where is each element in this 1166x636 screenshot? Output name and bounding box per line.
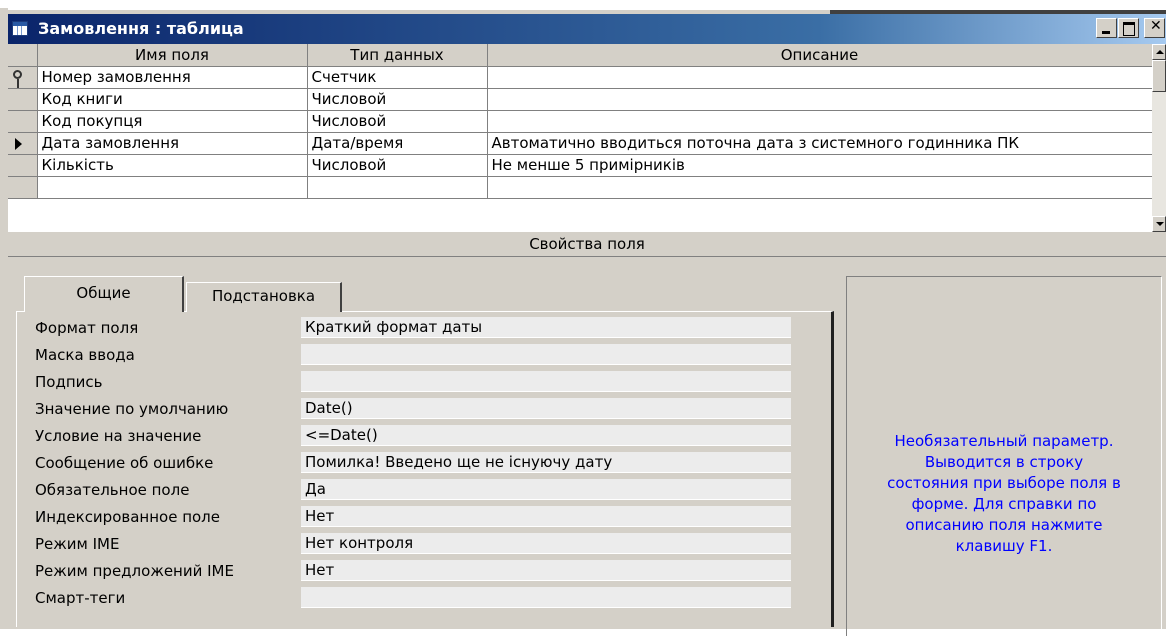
row-selector[interactable]: [8, 176, 38, 199]
data-type-cell[interactable]: Числовой: [307, 154, 488, 177]
property-value-field[interactable]: Нет: [301, 506, 791, 527]
property-label: Маска ввода: [35, 346, 135, 364]
field-grid: Имя поля Тип данных Описание Номер замов…: [8, 44, 1152, 232]
key-icon: [13, 69, 22, 87]
property-value-field[interactable]: Нет контроля: [301, 533, 791, 554]
data-type-cell[interactable]: [307, 176, 488, 199]
description-cell[interactable]: [487, 88, 1152, 111]
row-selector[interactable]: [8, 66, 38, 89]
table-icon: [12, 21, 28, 36]
table-row[interactable]: Код покупця Числовой: [8, 110, 1152, 133]
property-label: Режим IME: [35, 535, 120, 553]
description-cell[interactable]: [487, 66, 1152, 89]
help-panel: Необязательный параметр. Выводится в стр…: [846, 276, 1162, 636]
property-label: Значение по умолчанию: [35, 400, 229, 418]
data-type-cell[interactable]: Числовой: [307, 88, 488, 111]
property-value-field[interactable]: [301, 371, 791, 392]
property-value-field[interactable]: [301, 344, 791, 365]
property-label: Обязательное поле: [35, 481, 190, 499]
data-type-cell[interactable]: Числовой: [307, 110, 488, 133]
column-header-data-type[interactable]: Тип данных: [307, 44, 488, 67]
property-value-field[interactable]: <=Date(): [301, 425, 791, 446]
property-label: Условие на значение: [35, 427, 202, 445]
property-label: Формат поля: [35, 319, 139, 337]
tab-general[interactable]: Общие: [24, 276, 184, 312]
row-selector[interactable]: [8, 154, 38, 177]
field-name-cell[interactable]: [37, 176, 308, 199]
row-selector[interactable]: [8, 110, 38, 133]
property-value-field[interactable]: Помилка! Введено ще не існуючу дату: [301, 452, 791, 473]
grid-header-row: Имя поля Тип данных Описание: [8, 44, 1152, 67]
maximize-button[interactable]: [1118, 18, 1139, 38]
property-value-field[interactable]: Нет: [301, 560, 791, 581]
table-row[interactable]: Дата замовлення Дата/время Автоматично в…: [8, 132, 1152, 155]
description-cell[interactable]: Автоматично вводиться поточна дата з сис…: [487, 132, 1152, 155]
row-selector[interactable]: [8, 132, 38, 155]
field-name-cell[interactable]: Номер замовлення: [37, 66, 308, 89]
field-name-cell[interactable]: Код книги: [37, 88, 308, 111]
field-name-cell[interactable]: Дата замовлення: [37, 132, 308, 155]
table-row[interactable]: Кількість Числовой Не менше 5 примірникі…: [8, 154, 1152, 177]
window-title: Замовлення : таблица: [38, 19, 244, 38]
window-left-edge: [0, 8, 8, 627]
table-row[interactable]: Номер замовлення Счетчик: [8, 66, 1152, 89]
description-cell[interactable]: [487, 176, 1152, 199]
property-value-field[interactable]: Date(): [301, 398, 791, 419]
grid-vertical-scrollbar[interactable]: [1152, 44, 1166, 232]
table-row[interactable]: [8, 176, 1152, 199]
general-properties-panel: Формат поля Краткий формат даты Маска вв…: [16, 311, 834, 627]
scroll-thumb[interactable]: [1152, 60, 1166, 92]
help-text: Необязательный параметр. Выводится в стр…: [887, 432, 1121, 555]
close-button[interactable]: [1144, 18, 1165, 38]
table-row[interactable]: Код книги Числовой: [8, 88, 1152, 111]
field-name-cell[interactable]: Кількість: [37, 154, 308, 177]
scroll-up-arrow-icon[interactable]: [1152, 44, 1166, 60]
column-header-description[interactable]: Описание: [487, 44, 1152, 67]
title-bar[interactable]: Замовлення : таблица: [8, 14, 1166, 44]
column-header-field-name[interactable]: Имя поля: [37, 44, 308, 67]
description-cell[interactable]: [487, 110, 1152, 133]
property-label: Смарт-теги: [35, 589, 126, 607]
property-value-field[interactable]: [301, 587, 791, 608]
tab-lookup[interactable]: Подстановка: [186, 282, 342, 312]
data-type-cell[interactable]: Счетчик: [307, 66, 488, 89]
field-properties-header: Свойства поля: [8, 232, 1166, 257]
property-value-field[interactable]: Да: [301, 479, 791, 500]
property-label: Индексированное поле: [35, 508, 221, 526]
property-value-field[interactable]: Краткий формат даты: [301, 317, 791, 338]
row-selector[interactable]: [8, 88, 38, 111]
property-label: Режим предложений IME: [35, 562, 234, 580]
field-name-cell[interactable]: Код покупця: [37, 110, 308, 133]
description-cell[interactable]: Не менше 5 примірників: [487, 154, 1152, 177]
property-label: Подпись: [35, 373, 103, 391]
property-label: Сообщение об ошибке: [35, 454, 214, 472]
minimize-button[interactable]: [1096, 18, 1117, 38]
data-type-cell[interactable]: Дата/время: [307, 132, 488, 155]
select-all-corner[interactable]: [8, 44, 38, 67]
scroll-down-arrow-icon[interactable]: [1152, 216, 1166, 232]
current-row-arrow-icon: [15, 137, 22, 150]
